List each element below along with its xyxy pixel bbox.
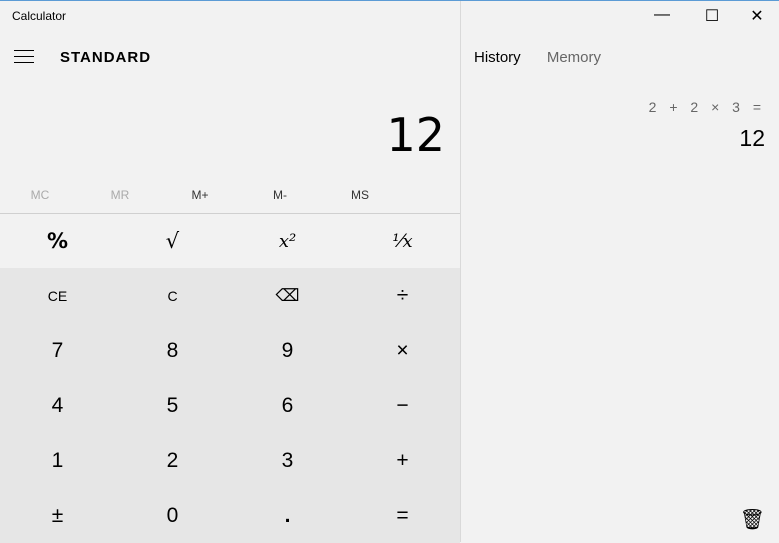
tab-history[interactable]: History — [474, 49, 521, 66]
mc-button[interactable]: MC — [0, 188, 80, 202]
add-button[interactable]: + — [345, 433, 460, 488]
key-4[interactable]: 4 — [0, 378, 115, 433]
mr-button[interactable]: MR — [80, 188, 160, 202]
panel-tabs: History Memory — [474, 49, 623, 66]
backspace-button[interactable]: ⌫ — [230, 268, 345, 323]
key-5[interactable]: 5 — [115, 378, 230, 433]
sqrt-button[interactable]: √ — [115, 214, 230, 268]
keypad: % √ x² ¹⁄x CE C ⌫ ÷ 7 8 9 × 4 5 6 − 1 2 … — [0, 214, 460, 543]
memory-row: MC MR M+ M- MS — [0, 188, 460, 208]
history-panel: — ☐ ✕ History Memory 2 + 2 × 3 = 12 🗑 — [460, 1, 779, 542]
decimal-button[interactable]: . — [230, 488, 345, 543]
key-8[interactable]: 8 — [115, 323, 230, 378]
minimize-button[interactable]: — — [647, 6, 677, 24]
window-title: Calculator — [12, 9, 67, 23]
m-minus-button[interactable]: M- — [240, 188, 320, 202]
mode-title: STANDARD — [60, 49, 152, 66]
square-button[interactable]: x² — [230, 214, 345, 268]
divide-button[interactable]: ÷ — [345, 268, 460, 323]
key-9[interactable]: 9 — [230, 323, 345, 378]
m-plus-button[interactable]: M+ — [160, 188, 240, 202]
negate-button[interactable]: ± — [0, 488, 115, 543]
key-6[interactable]: 6 — [230, 378, 345, 433]
equals-button[interactable]: = — [345, 488, 460, 543]
clear-entry-button[interactable]: CE — [0, 268, 115, 323]
display-value: 12 — [386, 108, 445, 162]
key-3[interactable]: 3 — [230, 433, 345, 488]
hamburger-icon[interactable] — [14, 50, 34, 64]
close-button[interactable]: ✕ — [742, 6, 772, 26]
calculator-panel: Calculator STANDARD 12 MC MR M+ M- MS % … — [0, 0, 460, 543]
key-7[interactable]: 7 — [0, 323, 115, 378]
tab-memory[interactable]: Memory — [547, 49, 601, 66]
subtract-button[interactable]: − — [345, 378, 460, 433]
reciprocal-button[interactable]: ¹⁄x — [345, 214, 460, 268]
history-result[interactable]: 12 — [739, 125, 765, 152]
ms-button[interactable]: MS — [320, 188, 400, 202]
key-2[interactable]: 2 — [115, 433, 230, 488]
history-expression[interactable]: 2 + 2 × 3 = — [649, 99, 764, 115]
key-0[interactable]: 0 — [115, 488, 230, 543]
trash-icon[interactable]: 🗑 — [740, 507, 765, 532]
key-1[interactable]: 1 — [0, 433, 115, 488]
maximize-button[interactable]: ☐ — [697, 6, 727, 26]
clear-button[interactable]: C — [115, 268, 230, 323]
multiply-button[interactable]: × — [345, 323, 460, 378]
percent-button[interactable]: % — [0, 214, 115, 268]
